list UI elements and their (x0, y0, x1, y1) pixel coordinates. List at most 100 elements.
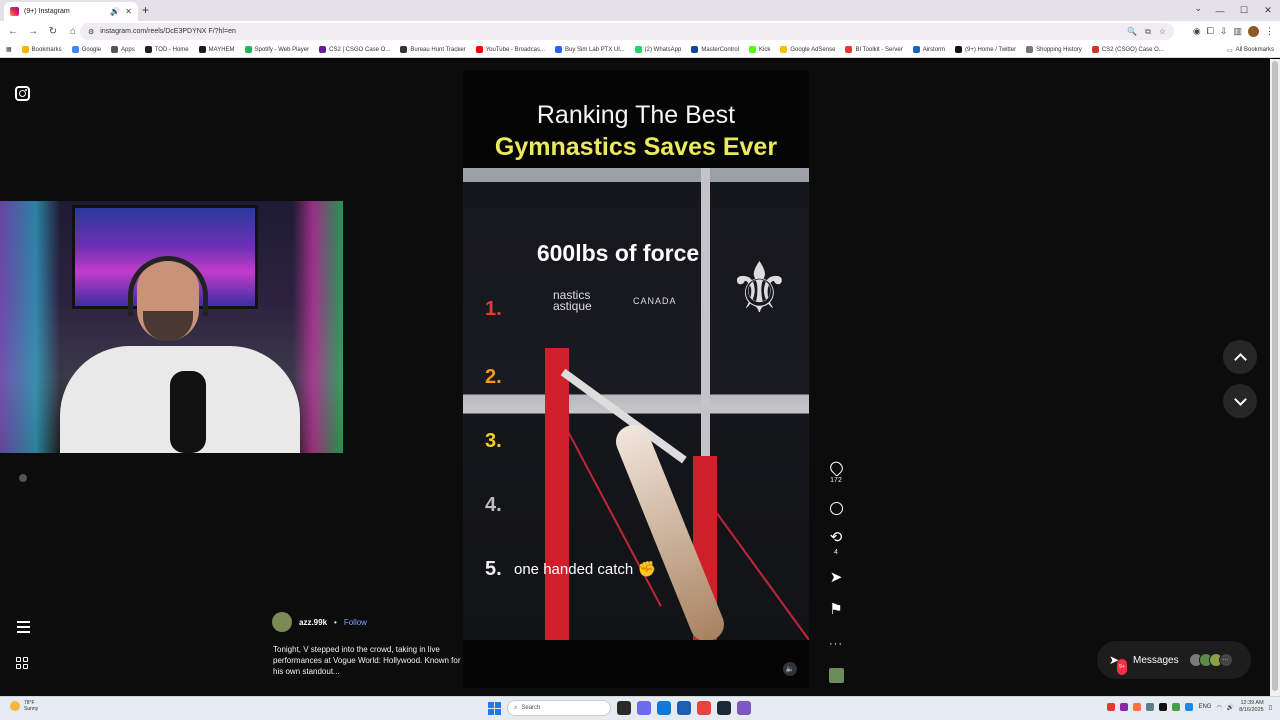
audio-thumbnail[interactable] (824, 668, 848, 683)
all-bookmarks-button[interactable]: ▭ All Bookmarks (1220, 42, 1274, 57)
bookmark-item[interactable]: BI Toolkit - Server (845, 46, 903, 53)
messages-pill[interactable]: ➤ 9+ Messages ··· (1097, 641, 1251, 679)
copilot-icon[interactable] (637, 701, 651, 715)
post-caption[interactable]: Tonight, V stepped into the crowd, takin… (273, 644, 463, 677)
comment-button[interactable] (824, 502, 848, 515)
tray-app-icon[interactable] (1120, 703, 1129, 711)
task-view-icon[interactable] (617, 701, 631, 715)
instagram-logo-icon[interactable] (15, 86, 30, 101)
minimize-icon[interactable]: — (1208, 0, 1232, 21)
apparatus-pole (701, 168, 710, 468)
rank-2: 2. (485, 366, 502, 388)
address-bar[interactable]: ⚙ instagram.com/reels/DcE3PDYNX F/?hl=en… (80, 23, 1174, 40)
more-menu-icon[interactable] (17, 621, 30, 633)
bookmark-item[interactable]: MAYHEM (198, 46, 235, 53)
chrome-icon[interactable] (697, 701, 711, 715)
menu-icon[interactable]: ⋮ (1265, 26, 1274, 37)
tray-app-icon[interactable] (1107, 703, 1116, 711)
bookmark-item[interactable]: Google (71, 46, 101, 53)
notifications-icon[interactable]: ▯ (1269, 704, 1272, 711)
lang-indicator[interactable]: ENG (1198, 704, 1211, 710)
mute-toggle-icon[interactable]: 🔈 (783, 662, 797, 676)
bookmark-item[interactable]: CS2 (CSGO) Case O... (1091, 46, 1164, 53)
like-button[interactable]: 172 (824, 459, 848, 485)
bookmark-item[interactable]: Airstorm (912, 46, 945, 53)
tray-app-icon[interactable] (1172, 703, 1181, 711)
close-window-icon[interactable]: ✕ (1256, 0, 1280, 21)
downloads-icon[interactable]: ⇩ (1220, 26, 1228, 37)
back-icon[interactable]: ← (4, 23, 22, 41)
weather-widget[interactable]: 78°F Sunny (10, 700, 38, 712)
reel-video-frame[interactable]: ⚜ nastics astique CANADA 600lbs of force… (463, 168, 809, 640)
apps-grid-icon[interactable]: ▦ (6, 46, 12, 53)
forward-icon[interactable]: → (24, 23, 42, 41)
bookmark-favicon-icon (955, 46, 963, 53)
bookmark-item[interactable]: Buy Sim Lab PTX Ul... (554, 46, 625, 53)
tab-search-icon[interactable]: ⌄ (1194, 3, 1202, 14)
steam-icon[interactable] (717, 701, 731, 715)
also-from-meta-icon[interactable] (16, 657, 30, 671)
page-scrollbar[interactable] (1270, 59, 1280, 696)
led-light-left (0, 201, 60, 453)
bookmark-item[interactable]: (2) WhatsApp (634, 46, 681, 53)
bookmark-item[interactable]: YouTube - Broadcas... (475, 46, 545, 53)
bookmark-item[interactable]: Bookmarks (21, 46, 62, 53)
new-tab-button[interactable]: + (142, 3, 149, 17)
bookmark-item[interactable]: Apps (111, 46, 135, 53)
system-tray: ENG ◠ 🔊 12:39 AM 8/16/2025 ▯ (1107, 700, 1272, 714)
taskbar-search[interactable]: ⌕ Search (507, 700, 611, 716)
site-info-icon[interactable]: ⚙ (88, 28, 94, 36)
windows-start-icon[interactable] (488, 701, 501, 715)
wifi-icon[interactable]: ◠ (1216, 704, 1221, 711)
maximize-icon[interactable]: ☐ (1232, 0, 1256, 21)
previous-reel-button[interactable] (1223, 340, 1257, 374)
save-button[interactable]: ⚑ (824, 602, 848, 618)
reel-player[interactable]: Ranking The Best Gymnastics Saves Ever ⚜… (463, 70, 809, 688)
zoom-icon[interactable]: 🔍 (1127, 27, 1137, 36)
extension-audio-icon[interactable]: ◉ (1193, 26, 1201, 37)
edge-icon[interactable] (657, 701, 671, 715)
tray-app-icon[interactable] (1159, 703, 1168, 711)
bookmark-item[interactable]: Google AdSense (780, 46, 835, 53)
next-reel-button[interactable] (1223, 384, 1257, 418)
install-app-icon[interactable]: ⧉ (1145, 27, 1151, 37)
author-avatar[interactable] (272, 612, 292, 632)
bookmark-item[interactable]: Spotify - Web Player (244, 46, 309, 53)
volume-icon[interactable]: 🔊 (1227, 704, 1234, 711)
ellipsis-icon: ··· (829, 638, 843, 650)
extensions-icon[interactable]: ⧠ (1207, 26, 1214, 37)
bookmark-item[interactable]: TOD - Home (144, 46, 189, 53)
share-button[interactable]: ➤ (824, 570, 848, 586)
bookmark-item[interactable]: Kick (749, 46, 770, 53)
author-username[interactable]: azz.99k (299, 618, 327, 627)
support-cable (716, 512, 809, 640)
bookmarks-bar: ▦ Bookmarks Google Apps TOD - Home MAYHE… (0, 42, 1280, 58)
clock[interactable]: 12:39 AM 8/16/2025 (1239, 700, 1263, 714)
tray-app-icon[interactable] (1133, 703, 1142, 711)
taskbar-apps: ⌕ Search (488, 700, 751, 716)
rank-5-label: one handed catch ✊ (514, 560, 656, 578)
led-light-right (293, 201, 343, 453)
tray-app-icon[interactable] (1146, 703, 1155, 711)
more-options-button[interactable]: ··· (824, 634, 848, 652)
chevron-up-icon (1233, 352, 1247, 366)
speaker-icon[interactable]: 🔊 (110, 7, 120, 16)
reload-icon[interactable]: ↻ (44, 23, 62, 41)
bookmark-star-icon[interactable]: ☆ (1159, 27, 1166, 36)
tab-instagram[interactable]: (9+) Instagram 🔊 ✕ (4, 2, 138, 21)
bookmark-item[interactable]: MasterControl (691, 46, 739, 53)
bookmark-item[interactable]: Bureau Hunt Tracker (400, 46, 466, 53)
bookmark-item[interactable]: Shopping History (1026, 46, 1082, 53)
bluetooth-icon[interactable] (1185, 703, 1194, 711)
profile-avatar[interactable] (1248, 26, 1259, 37)
close-tab-icon[interactable]: ✕ (125, 7, 132, 16)
scrollbar-thumb[interactable] (1272, 61, 1278, 691)
follow-button[interactable]: Follow (344, 618, 367, 627)
bookmark-item[interactable]: (9+) Home / Twitter (955, 46, 1016, 53)
sidebar-icon[interactable]: ▥ (1233, 26, 1242, 37)
store-icon[interactable] (677, 701, 691, 715)
repost-button[interactable]: ⟲ 4 (824, 530, 848, 557)
bookmark-item[interactable]: CS2 | CSGO Case O... (319, 46, 390, 53)
bookmark-favicon-icon (1026, 46, 1034, 53)
discord-icon[interactable] (737, 701, 751, 715)
